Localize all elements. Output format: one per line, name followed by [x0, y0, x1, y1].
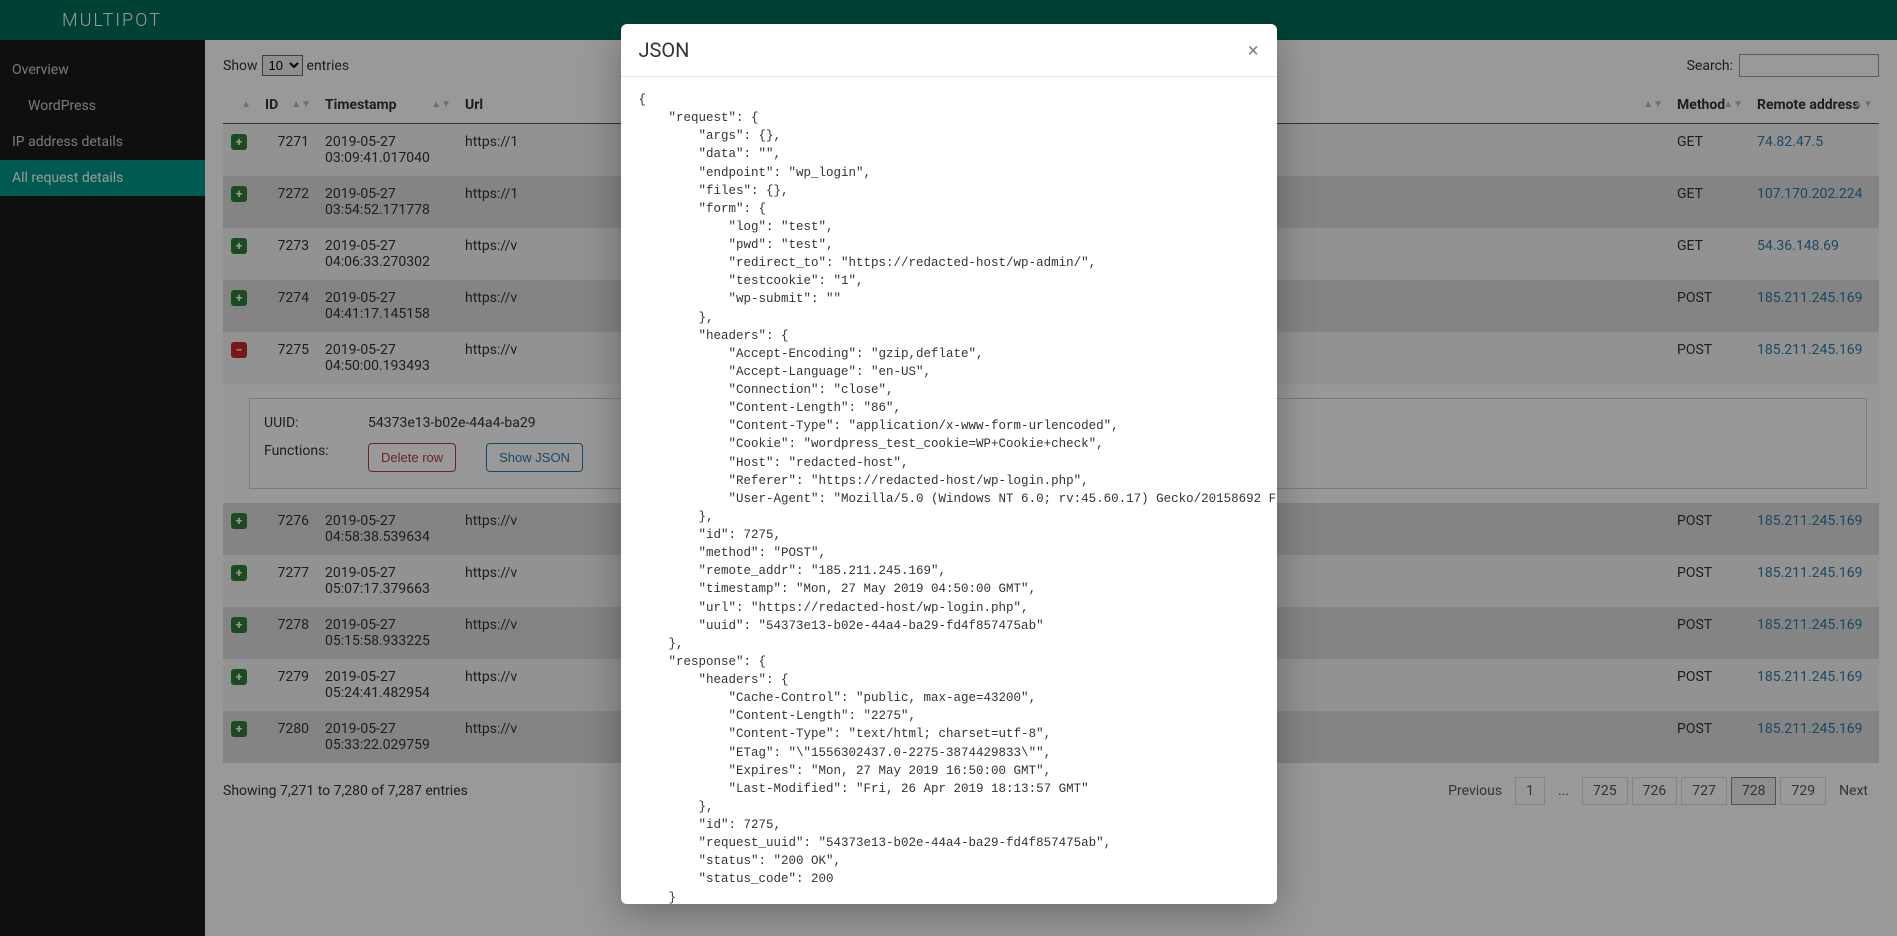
json-modal: JSON × { "request": { "args": {}, "data"…: [621, 24, 1277, 904]
json-content: { "request": { "args": {}, "data": "", "…: [639, 91, 1259, 904]
modal-title: JSON: [639, 38, 690, 62]
close-icon[interactable]: ×: [1248, 40, 1259, 60]
